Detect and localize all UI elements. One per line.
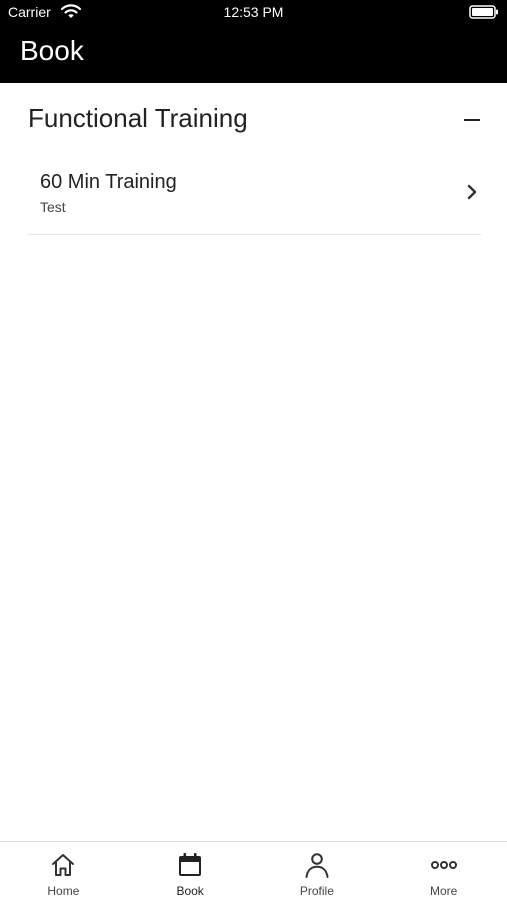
tab-bar: Home Book Profile More xyxy=(0,841,507,901)
tab-more[interactable]: More xyxy=(380,842,507,901)
navigation-header: Carrier 12:53 PM Book xyxy=(0,0,507,83)
section-title: Functional Training xyxy=(28,103,248,133)
tab-profile[interactable]: Profile xyxy=(254,842,381,901)
person-icon xyxy=(305,853,329,878)
calendar-icon xyxy=(179,853,202,876)
battery-icon xyxy=(469,5,498,19)
more-icon xyxy=(430,861,457,869)
tab-book-label: Book xyxy=(176,884,204,898)
list-item-title: 60 Min Training xyxy=(40,171,177,193)
page-title: Book xyxy=(20,35,84,66)
tab-book[interactable]: Book xyxy=(127,842,254,901)
tab-profile-label: Profile xyxy=(299,884,334,898)
section-header-functional-training[interactable]: Functional Training xyxy=(28,100,484,140)
clock-time: 12:53 PM xyxy=(223,4,284,20)
tab-home[interactable]: Home xyxy=(0,842,127,901)
status-bar: Carrier 12:53 PM xyxy=(0,0,507,24)
list-item-subtitle: Test xyxy=(40,199,66,215)
chevron-right-icon xyxy=(467,184,477,200)
list-item-60-min-training[interactable]: 60 Min Training Test xyxy=(28,158,481,235)
collapse-minus-icon[interactable] xyxy=(460,104,484,134)
tab-more-label: More xyxy=(429,884,458,898)
tab-home-label: Home xyxy=(47,884,80,898)
home-icon xyxy=(52,854,75,876)
